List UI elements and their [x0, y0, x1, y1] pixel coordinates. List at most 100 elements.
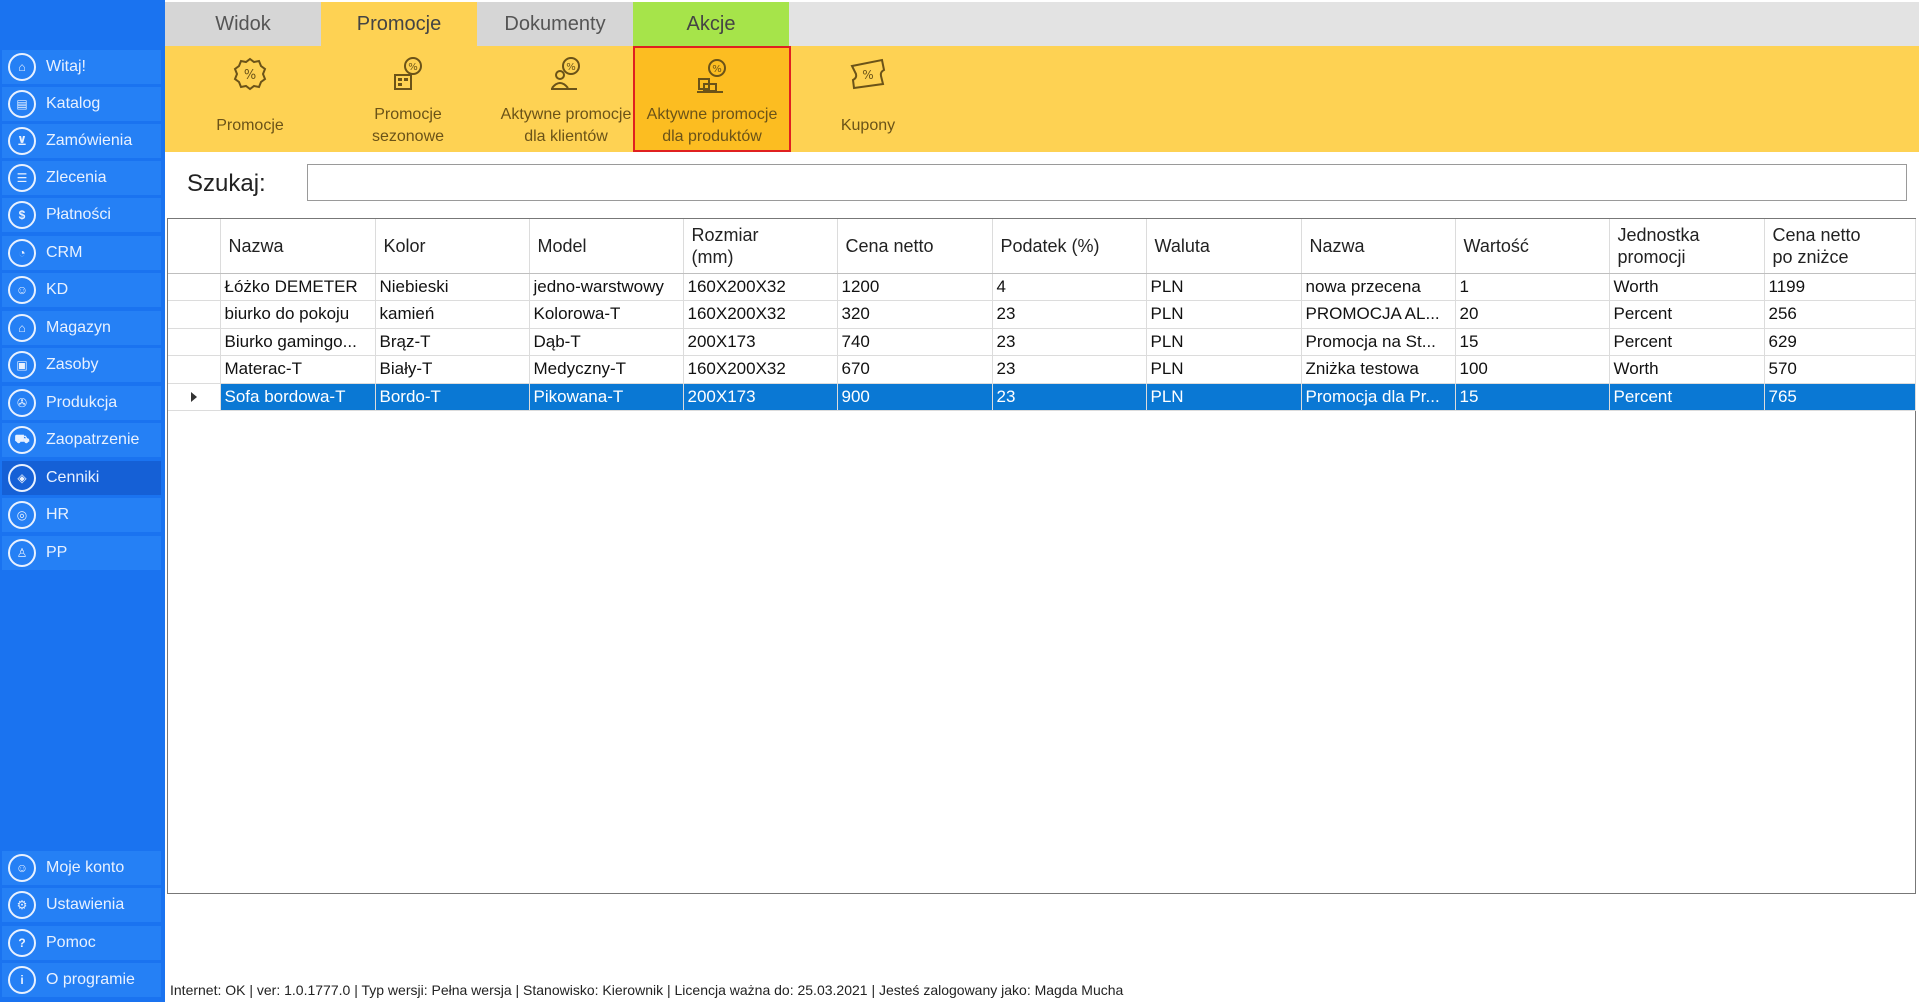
sidebar-item-pp[interactable]: ♙ PP — [2, 536, 161, 570]
table-cell[interactable]: 570 — [1764, 355, 1916, 384]
table-cell[interactable]: Worth — [1609, 273, 1765, 301]
table-cell[interactable]: Bordo-T — [375, 383, 530, 411]
table-cell[interactable]: PLN — [1146, 328, 1302, 356]
row-header[interactable] — [168, 273, 221, 301]
column-header[interactable]: Model — [529, 219, 684, 274]
table-cell[interactable]: Pikowana-T — [529, 383, 684, 411]
table-cell[interactable]: 629 — [1764, 328, 1916, 356]
table-cell[interactable]: Kolorowa-T — [529, 300, 684, 329]
table-cell[interactable]: PLN — [1146, 273, 1302, 301]
sidebar-item-witaj-[interactable]: ⌂ Witaj! — [2, 50, 161, 84]
table-row[interactable]: Łóżko DEMETER Niebieski jedno-warstwowy 160… — [168, 273, 1916, 301]
table-cell[interactable]: Percent — [1609, 383, 1765, 411]
promocje-button[interactable]: % Promocje — [171, 46, 329, 152]
tab-widok[interactable]: Widok — [165, 2, 321, 46]
table-row[interactable]: Biurko gamingo... Brąz-T Dąb-T 200X173 740 23… — [168, 328, 1916, 356]
table-cell[interactable]: 200X173 — [683, 328, 838, 356]
column-header[interactable]: Cena netto po zniżce — [1764, 219, 1916, 274]
table-cell[interactable]: 1200 — [837, 273, 993, 301]
column-header[interactable]: Rozmiar (mm) — [683, 219, 838, 274]
table-cell[interactable]: 765 — [1764, 383, 1916, 411]
table-cell[interactable]: Percent — [1609, 300, 1765, 329]
table-cell[interactable]: 23 — [992, 355, 1147, 384]
table-cell[interactable]: 740 — [837, 328, 993, 356]
table-cell[interactable]: 15 — [1455, 383, 1610, 411]
table-cell[interactable]: Materac-T — [220, 355, 376, 384]
column-header[interactable]: Cena netto — [837, 219, 993, 274]
row-header[interactable] — [168, 355, 221, 384]
table-cell[interactable]: Worth — [1609, 355, 1765, 384]
table-cell[interactable]: PROMOCJA AL... — [1301, 300, 1456, 329]
table-cell[interactable]: PLN — [1146, 355, 1302, 384]
table-cell[interactable]: PLN — [1146, 383, 1302, 411]
table-cell[interactable]: Promocja na St... — [1301, 328, 1456, 356]
sidebar-item-zasoby[interactable]: ▣ Zasoby — [2, 348, 161, 382]
sidebar-item-hr[interactable]: ◎ HR — [2, 498, 161, 532]
table-cell[interactable]: nowa przecena — [1301, 273, 1456, 301]
row-header[interactable] — [168, 300, 221, 329]
table-cell[interactable]: 160X200X32 — [683, 355, 838, 384]
table-cell[interactable]: jedno-warstwowy — [529, 273, 684, 301]
aktywne-promocje-produktow-button[interactable]: % Aktywne promocje dla produktów — [633, 46, 791, 152]
table-cell[interactable]: Biurko gamingo... — [220, 328, 376, 356]
sidebar-item-pomoc[interactable]: ? Pomoc — [2, 926, 161, 960]
table-cell[interactable]: 100 — [1455, 355, 1610, 384]
tab-dokumenty[interactable]: Dokumenty — [477, 2, 633, 46]
table-cell[interactable]: Promocja dla Pr... — [1301, 383, 1456, 411]
aktywne-promocje-klientow-button[interactable]: % Aktywne promocje dla klientów — [487, 46, 645, 152]
sidebar-item-kd[interactable]: ☺ KD — [2, 273, 161, 307]
table-cell[interactable]: Biały-T — [375, 355, 530, 384]
table-cell[interactable]: Sofa bordowa-T — [220, 383, 376, 411]
sidebar-item-magazyn[interactable]: ⌂ Magazyn — [2, 311, 161, 345]
tab-promocje[interactable]: Promocje — [321, 2, 477, 46]
table-cell[interactable]: 256 — [1764, 300, 1916, 329]
sidebar-item-moje-konto[interactable]: ☺ Moje konto — [2, 851, 161, 885]
table-cell[interactable]: 200X173 — [683, 383, 838, 411]
table-cell[interactable]: Dąb-T — [529, 328, 684, 356]
row-header[interactable] — [168, 383, 221, 411]
table-cell[interactable]: 900 — [837, 383, 993, 411]
column-header[interactable]: Nazwa — [1301, 219, 1456, 274]
table-cell[interactable]: Percent — [1609, 328, 1765, 356]
table-cell[interactable]: 23 — [992, 383, 1147, 411]
table-cell[interactable]: Brąz-T — [375, 328, 530, 356]
sidebar-item-o-programie[interactable]: i O programie — [2, 963, 161, 997]
column-header[interactable]: Podatek (%) — [992, 219, 1147, 274]
table-cell[interactable]: 160X200X32 — [683, 273, 838, 301]
table-cell[interactable]: 23 — [992, 328, 1147, 356]
table-cell[interactable]: 20 — [1455, 300, 1610, 329]
table-cell[interactable]: biurko do pokoju — [220, 300, 376, 329]
sidebar-item-płatności[interactable]: $ Płatności — [2, 198, 161, 232]
table-cell[interactable]: kamień — [375, 300, 530, 329]
promocje-sezonowe-button[interactable]: % Promocje sezonowe — [329, 46, 487, 152]
table-cell[interactable]: 320 — [837, 300, 993, 329]
kupony-button[interactable]: % Kupony — [789, 46, 947, 152]
table-row[interactable]: Sofa bordowa-T Bordo-T Pikowana-T 200X173 90… — [168, 383, 1916, 411]
table-cell[interactable]: 4 — [992, 273, 1147, 301]
table-cell[interactable]: 23 — [992, 300, 1147, 329]
sidebar-item-katalog[interactable]: ▤ Katalog — [2, 87, 161, 121]
sidebar-item-crm[interactable]: ◔ CRM — [2, 236, 161, 270]
sidebar-item-zlecenia[interactable]: ☰ Zlecenia — [2, 161, 161, 195]
table-cell[interactable]: Niebieski — [375, 273, 530, 301]
sidebar-item-zamówienia[interactable]: ⊻ Zamówienia — [2, 124, 161, 158]
column-header[interactable]: Waluta — [1146, 219, 1302, 274]
search-input[interactable] — [307, 164, 1907, 201]
table-row[interactable]: biurko do pokoju kamień Kolorowa-T 160X200X… — [168, 300, 1916, 329]
table-cell[interactable]: PLN — [1146, 300, 1302, 329]
table-cell[interactable]: 1199 — [1764, 273, 1916, 301]
sidebar-item-zaopatrzenie[interactable]: ⛟ Zaopatrzenie — [2, 423, 161, 457]
column-header[interactable]: Kolor — [375, 219, 530, 274]
table-cell[interactable]: Łóżko DEMETER — [220, 273, 376, 301]
tab-akcje[interactable]: Akcje — [633, 2, 789, 46]
column-header[interactable]: Wartość — [1455, 219, 1610, 274]
column-header[interactable]: Nazwa — [220, 219, 376, 274]
table-cell[interactable]: 1 — [1455, 273, 1610, 301]
row-header[interactable] — [168, 328, 221, 356]
sidebar-item-cenniki[interactable]: ◈ Cenniki — [2, 461, 161, 495]
column-header[interactable]: Jednostka promocji — [1609, 219, 1765, 274]
sidebar-item-produkcja[interactable]: ✇ Produkcja — [2, 386, 161, 420]
table-cell[interactable]: 670 — [837, 355, 993, 384]
table-cell[interactable]: 160X200X32 — [683, 300, 838, 329]
table-cell[interactable]: Medyczny-T — [529, 355, 684, 384]
